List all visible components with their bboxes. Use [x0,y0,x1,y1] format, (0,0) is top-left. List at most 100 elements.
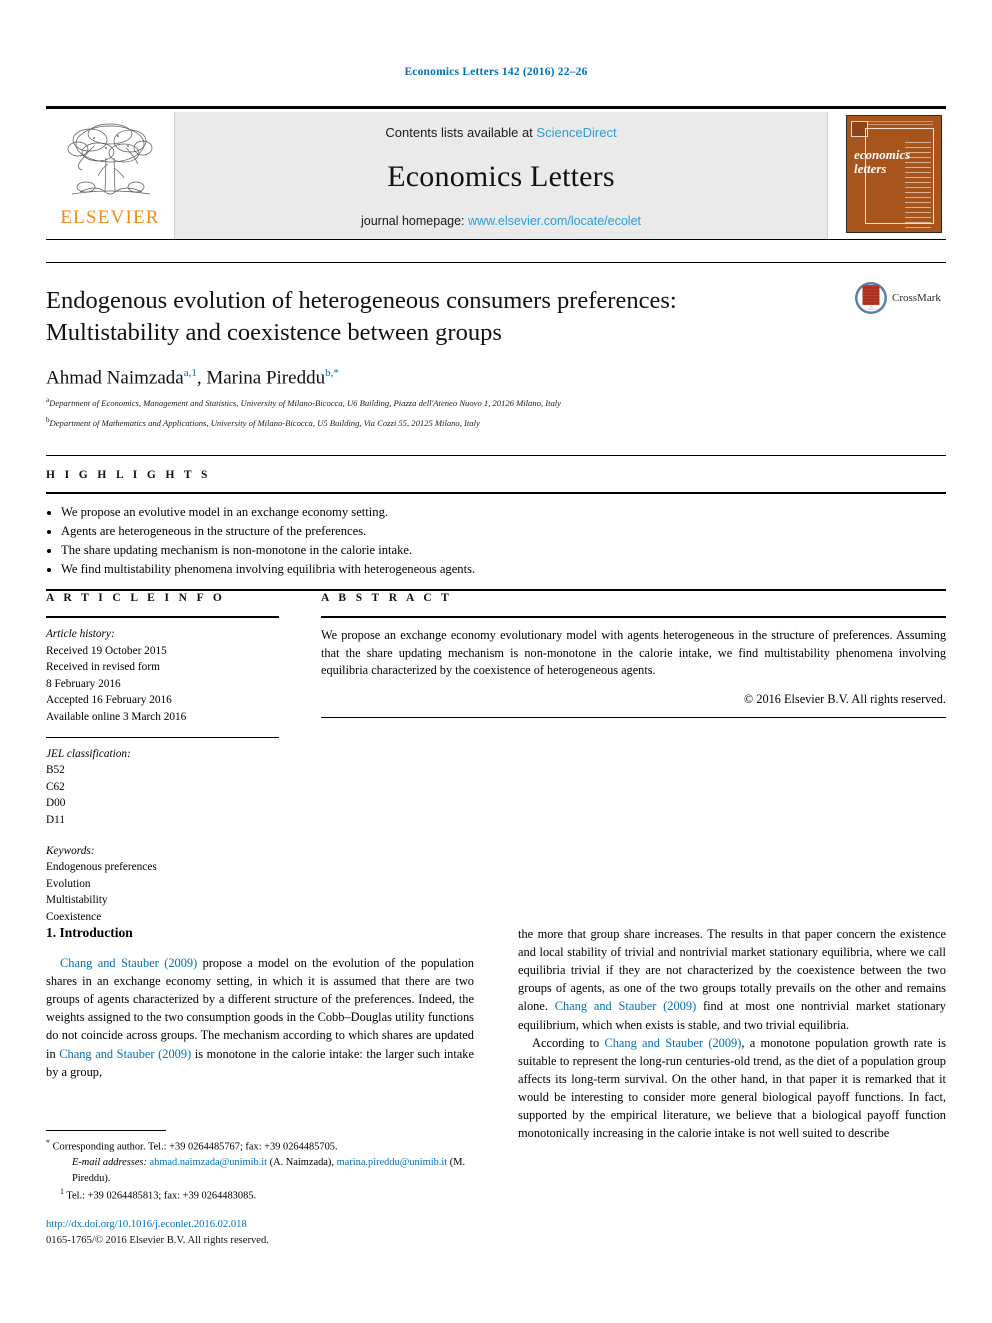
author-name-1: Ahmad Naimzada [46,367,184,389]
paragraph: Chang and Stauber (2009) propose a model… [46,954,474,1081]
footnote-1-text: Tel.: +39 0264485813; fax: +39 026448308… [66,1190,257,1202]
citation-year[interactable]: (2009) [708,1036,741,1050]
article-info-top-rule: Article history: Received 19 October 201… [46,616,279,726]
abstract-text: We propose an exchange economy evolution… [321,628,946,678]
affiliation-a-text: Department of Economics, Management and … [49,397,561,408]
keyword: Coexistence [46,910,102,923]
elsevier-wordmark: ELSEVIER [60,207,160,228]
homepage-prefix: journal homepage: [360,214,469,228]
footnote-corresponding-author: * Corresponding author. Tel.: +39 026448… [46,1137,474,1155]
citation-link[interactable]: Chang and Stauber [604,1036,703,1050]
email-link-naimzada[interactable]: ahmad.naimzada@unimib.it [150,1157,267,1168]
abstract-top-rule: We propose an exchange economy evolution… [321,616,946,707]
crossmark-label: CrossMark [892,292,941,304]
contents-available-line: Contents lists available at ScienceDirec… [385,125,616,140]
paragraph-text: , a monotone population growth rate is s… [518,1035,946,1141]
cover-art: economics letters [846,115,942,233]
highlights-list: We propose an evolutive model in an exch… [46,503,946,580]
journal-cover-thumbnail[interactable]: economics letters [842,112,946,239]
article-history-label: Article history: [46,628,115,640]
abstract-copyright: © 2016 Elsevier B.V. All rights reserved… [743,692,946,707]
abstract-heading: A B S T R A C T [321,592,453,604]
corresponding-author-marker: * [46,1138,50,1147]
jel-label: JEL classification: [46,747,131,760]
info-abstract-row: A R T I C L E I N F O Article history: R… [46,592,946,926]
doi-block: http://dx.doi.org/10.1016/j.econlet.2016… [46,1217,474,1249]
jel-code: D11 [46,813,66,826]
footnotes-block: * Corresponding author. Tel.: +39 026448… [46,1130,474,1249]
paragraph: According to Chang and Stauber (2009), a… [518,1034,946,1143]
keyword: Multistability [46,894,108,907]
elsevier-logo: ELSEVIER [46,112,174,239]
footnote-note-1: 1 Tel.: +39 0264485813; fax: +39 0264483… [46,1186,474,1204]
cover-journal-title: economics letters [854,148,910,175]
email-link-pireddu[interactable]: marina.pireddu@unimib.it [337,1157,448,1168]
corresponding-author-text: Corresponding author. Tel.: +39 02644857… [52,1141,338,1153]
body-column-left: 1. Introduction Chang and Stauber (2009)… [46,925,474,1142]
highlights-section: H I G H L I G H T S We propose an evolut… [46,455,946,591]
list-item: We propose an evolutive model in an exch… [46,503,946,522]
article-history-block: Article history: Received 19 October 201… [46,626,279,726]
highlights-heading: H I G H L I G H T S [46,469,211,481]
elsevier-tree-icon [67,123,153,195]
citation-year[interactable]: (2009) [158,1047,191,1061]
abstract-bottom-rule [321,717,946,719]
article-title-block: Endogenous evolution of heterogeneous co… [46,262,946,430]
footnote-emails: E-mail addresses: ahmad.naimzada@unimib.… [46,1155,474,1186]
highlight-text: We find multistability phenomena involvi… [61,562,476,577]
body-column-right: the more that group share increases. The… [518,925,946,1142]
crossmark-icon [855,282,887,314]
abstract-section: A B S T R A C T We propose an exchange e… [321,592,946,926]
affiliation-b-text: Department of Mathematics and Applicatio… [49,418,480,429]
citation-link[interactable]: Chang and Stauber [555,999,657,1013]
crossmark-badge[interactable]: CrossMark [854,281,946,315]
email-addresses-label: E-mail addresses: [72,1157,147,1169]
citation-link[interactable]: Chang and Stauber [60,956,159,970]
keywords-label: Keywords: [46,844,95,857]
paragraph: the more that group share increases. The… [518,925,946,1034]
keyword: Endogenous preferences [46,861,157,874]
citation-link[interactable]: Chang and Stauber [59,1047,154,1061]
doi-link[interactable]: http://dx.doi.org/10.1016/j.econlet.2016… [46,1217,474,1233]
citation-year[interactable]: (2009) [164,956,197,970]
history-item: Accepted 16 February 2016 [46,694,172,707]
paragraph-text: According to [532,1035,605,1050]
running-head: Economics Letters 142 (2016) 22–26 [404,66,588,78]
jel-code: C62 [46,780,65,793]
highlights-bottom-rule [46,588,946,591]
journal-homepage-line: journal homepage: www.elsevier.com/locat… [361,214,641,228]
issn-copyright-line: 0165-1765/© 2016 Elsevier B.V. All right… [46,1235,269,1247]
history-item: 8 February 2016 [46,677,121,690]
affiliation-a: aDepartment of Economics, Management and… [46,395,946,409]
journal-title: Economics Letters [387,160,615,193]
list-item: We find multistability phenomena involvi… [46,560,946,579]
keywords-block: Keywords: Endogenous preferences Evoluti… [46,843,279,926]
highlight-text: The share updating mechanism is non-mono… [61,543,413,558]
highlights-top-rule: We propose an evolutive model in an exch… [46,492,946,580]
contents-prefix: Contents lists available at [385,125,537,140]
article-info-section: A R T I C L E I N F O Article history: R… [46,592,279,926]
list-item: Agents are heterogeneous in the structur… [46,522,946,541]
highlight-text: We propose an evolutive model in an exch… [61,505,389,519]
section-heading-introduction: 1. Introduction [46,925,133,940]
masthead-bottom-rule [46,239,946,240]
sciencedirect-link[interactable]: ScienceDirect [536,125,616,140]
jel-code: B52 [46,764,65,777]
author-separator: , [196,367,207,389]
article-info-heading: A R T I C L E I N F O [46,592,226,604]
body-columns: 1. Introduction Chang and Stauber (2009)… [46,925,946,1142]
list-item: The share updating mechanism is non-mono… [46,541,946,560]
footnote-1-marker: 1 [60,1187,64,1197]
cover-title-line-1: economics [854,147,911,162]
history-item: Received 19 October 2015 [46,644,167,657]
author-2-affiliation-marker: b,* [325,366,339,379]
author-name-2: Marina Pireddu [206,367,326,389]
jel-classification-block: JEL classification: B52 C62 D00 D11 Keyw… [46,736,279,926]
citation-year[interactable]: (2009) [663,999,696,1013]
journal-homepage-link[interactable]: www.elsevier.com/locate/ecolet [468,214,641,228]
journal-masthead: ELSEVIER Contents lists available at Sci… [46,106,946,240]
author-1-affiliation-marker: a,1 [183,366,197,379]
cover-top-text [867,119,933,125]
paragraph-text: propose a model on the evolution of the … [46,956,474,1061]
footnote-separator-rule [46,1130,166,1131]
